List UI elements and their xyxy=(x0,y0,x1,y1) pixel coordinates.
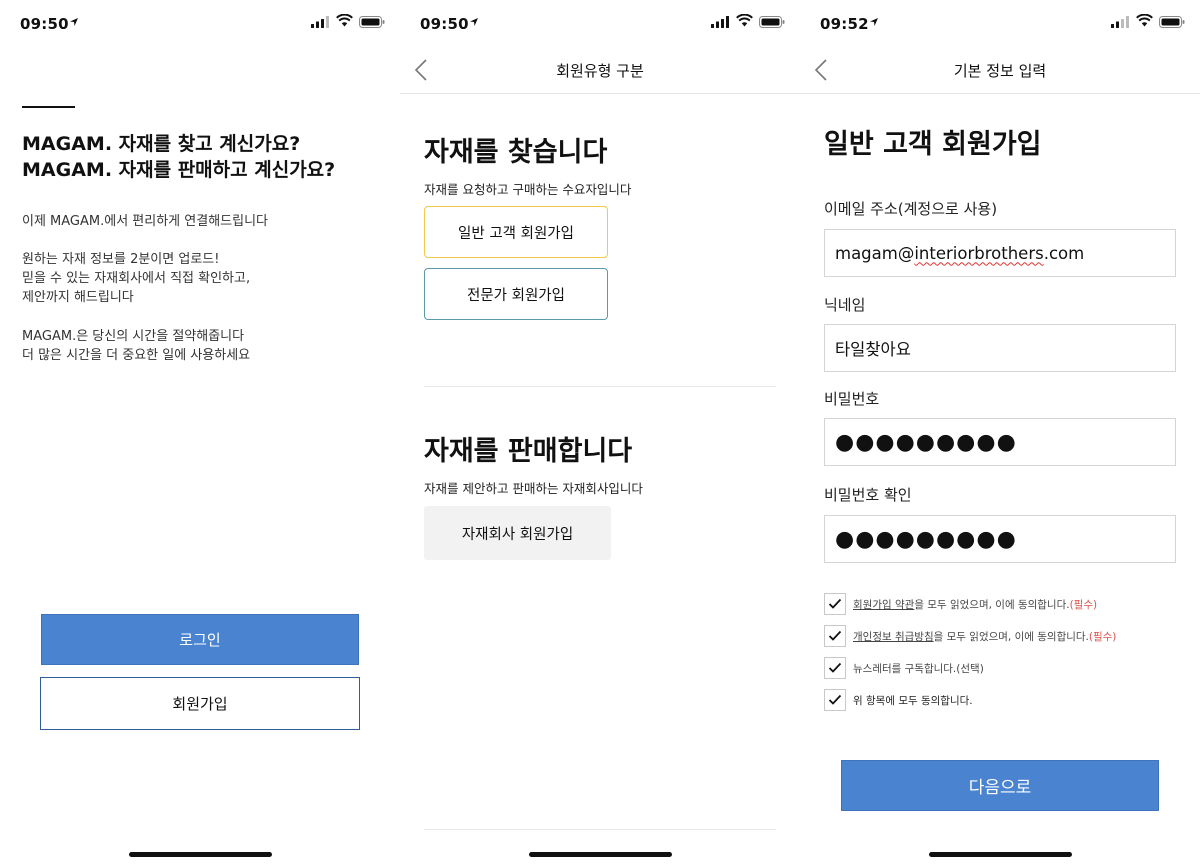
checkmark-icon xyxy=(828,630,842,641)
intro-text: 이제 MAGAM.에서 편리하게 연결해드립니다 xyxy=(22,214,268,229)
headline-line-1: MAGAM. 자재를 찾고 계신가요? xyxy=(22,133,301,155)
nav-title: 기본 정보 입력 xyxy=(953,62,1047,80)
wifi-icon xyxy=(336,14,353,27)
nav-title: 회원유형 구분 xyxy=(556,62,644,80)
home-indicator[interactable] xyxy=(529,852,672,857)
navigation-bar: 기본 정보 입력 xyxy=(800,46,1200,94)
intro-paragraph-1: 이제 MAGAM.에서 편리하게 연결해드립니다 xyxy=(22,212,268,231)
required-tag: (필수) xyxy=(1088,630,1117,643)
find-materials-heading: 자재를 찾습니다 xyxy=(424,137,608,168)
status-time: 09:50 xyxy=(420,15,469,33)
general-signup-button[interactable]: 일반 고객 회원가입 xyxy=(424,206,608,258)
wifi-icon xyxy=(1136,14,1153,27)
welcome-screen: 09:50 MAGAM. 자재를 찾고 계신가요? MAGAM. 자재를 판매하… xyxy=(0,0,400,866)
battery-icon xyxy=(759,16,785,28)
expert-signup-button[interactable]: 전문가 회원가입 xyxy=(424,268,608,320)
newsletter-text: 뉴스레터를 구독합니다.(선택) xyxy=(853,662,984,675)
password-confirm-label: 비밀번호 확인 xyxy=(824,486,912,504)
checkmark-icon xyxy=(828,598,842,609)
terms-link[interactable]: 회원가입 약관 xyxy=(853,599,914,611)
agree-terms-row: 회원가입 약관을 모두 읽었으며, 이에 동의합니다.(필수) xyxy=(824,593,1097,615)
sell-materials-heading: 자재를 판매합니다 xyxy=(424,436,633,467)
intro-text: 더 많은 시간을 더 중요한 일에 사용하세요 xyxy=(22,348,251,363)
agree-privacy-row: 개인정보 취급방침을 모두 읽었으며, 이에 동의합니다.(필수) xyxy=(824,625,1116,647)
status-bar: 09:50 xyxy=(0,0,400,46)
agree-privacy-checkbox[interactable] xyxy=(824,625,846,647)
password-confirm-field[interactable]: ●●●●●●●●● xyxy=(824,515,1176,563)
supplier-signup-button[interactable]: 자재회사 회원가입 xyxy=(424,506,611,560)
intro-paragraph-3: MAGAM.은 당신의 시간을 절약해줍니다 더 많은 시간을 더 중요한 일에… xyxy=(22,327,250,365)
battery-icon xyxy=(359,16,385,28)
signal-icon xyxy=(1111,16,1129,28)
newsletter-checkbox[interactable] xyxy=(824,657,846,679)
required-tag: (필수) xyxy=(1069,598,1098,611)
login-button[interactable]: 로그인 xyxy=(41,614,359,665)
password-confirm-value: ●●●●●●●●● xyxy=(835,526,1017,552)
battery-icon xyxy=(1159,16,1185,28)
agree-all-text: 위 항목에 모두 동의합니다. xyxy=(853,694,973,707)
navigation-bar: 회원유형 구분 xyxy=(400,46,800,94)
checkmark-icon xyxy=(828,662,842,673)
email-field[interactable]: magam@ interiorbrothers .com xyxy=(824,229,1176,277)
home-indicator[interactable] xyxy=(929,852,1072,857)
status-bar: 09:50 xyxy=(400,0,800,46)
sell-materials-subtitle: 자재를 제안하고 판매하는 자재회사입니다 xyxy=(424,481,643,496)
agree-all-row: 위 항목에 모두 동의합니다. xyxy=(824,689,973,711)
headline-line-2: MAGAM. 자재를 판매하고 계신가요? xyxy=(22,159,336,181)
email-value-part: interiorbrothers xyxy=(914,243,1044,263)
password-field[interactable]: ●●●●●●●●● xyxy=(824,418,1176,466)
basic-info-screen: 09:52 기본 정보 입력 일반 고객 회원가입 이메일 주소(계정으로 사용… xyxy=(800,0,1200,866)
intro-text: 믿을 수 있는 자재회사에서 직접 확인하고, xyxy=(22,271,251,286)
section-divider xyxy=(424,386,776,387)
status-bar: 09:52 xyxy=(800,0,1200,46)
agree-terms-checkbox[interactable] xyxy=(824,593,846,615)
status-time: 09:50 xyxy=(20,15,69,33)
agree-terms-text: 회원가입 약관을 모두 읽었으며, 이에 동의합니다.(필수) xyxy=(853,597,1097,612)
home-indicator[interactable] xyxy=(129,852,272,857)
status-time: 09:52 xyxy=(820,15,869,33)
agree-privacy-body: 을 모두 읽었으며, 이에 동의합니다. xyxy=(933,630,1089,643)
find-materials-subtitle: 자재를 요청하고 구매하는 수요자입니다 xyxy=(424,182,632,197)
wifi-icon xyxy=(736,14,753,27)
location-arrow-icon xyxy=(470,18,478,26)
member-type-screen: 09:50 회원유형 구분 자재를 찾습니다 자재를 요청하고 구매하는 수요자… xyxy=(400,0,800,866)
agree-terms-body: 을 모두 읽었으며, 이에 동의합니다. xyxy=(914,598,1070,611)
email-label: 이메일 주소(계정으로 사용) xyxy=(824,200,998,218)
newsletter-row: 뉴스레터를 구독합니다.(선택) xyxy=(824,657,984,679)
headline-divider xyxy=(22,106,75,108)
intro-text: 제안까지 해드립니다 xyxy=(22,290,134,305)
intro-text: 원하는 자재 정보를 2분이면 업로드! xyxy=(22,252,220,267)
privacy-policy-link[interactable]: 개인정보 취급방침 xyxy=(853,631,934,643)
page-title: 일반 고객 회원가입 xyxy=(824,129,1042,160)
nickname-label: 닉네임 xyxy=(824,296,866,314)
signup-button[interactable]: 회원가입 xyxy=(40,677,360,730)
agree-all-checkbox[interactable] xyxy=(824,689,846,711)
location-arrow-icon xyxy=(70,18,78,26)
email-value-part: magam@ xyxy=(835,243,915,263)
intro-paragraph-2: 원하는 자재 정보를 2분이면 업로드! 믿을 수 있는 자재회사에서 직접 확… xyxy=(22,250,250,307)
location-arrow-icon xyxy=(870,18,878,26)
checkmark-icon xyxy=(828,694,842,705)
next-button[interactable]: 다음으로 xyxy=(841,760,1159,811)
email-value-part: .com xyxy=(1043,243,1085,263)
agree-privacy-text: 개인정보 취급방침을 모두 읽었으며, 이에 동의합니다.(필수) xyxy=(853,629,1116,644)
intro-text: MAGAM.은 당신의 시간을 절약해줍니다 xyxy=(22,329,245,344)
nickname-field[interactable]: 타일찾아요 xyxy=(824,324,1176,372)
section-divider xyxy=(424,829,776,830)
nickname-value: 타일찾아요 xyxy=(835,340,911,359)
password-value: ●●●●●●●●● xyxy=(835,429,1017,455)
password-label: 비밀번호 xyxy=(824,390,880,408)
signal-icon xyxy=(311,16,329,28)
signal-icon xyxy=(711,16,729,28)
headline: MAGAM. 자재를 찾고 계신가요? MAGAM. 자재를 판매하고 계신가요… xyxy=(22,131,335,183)
